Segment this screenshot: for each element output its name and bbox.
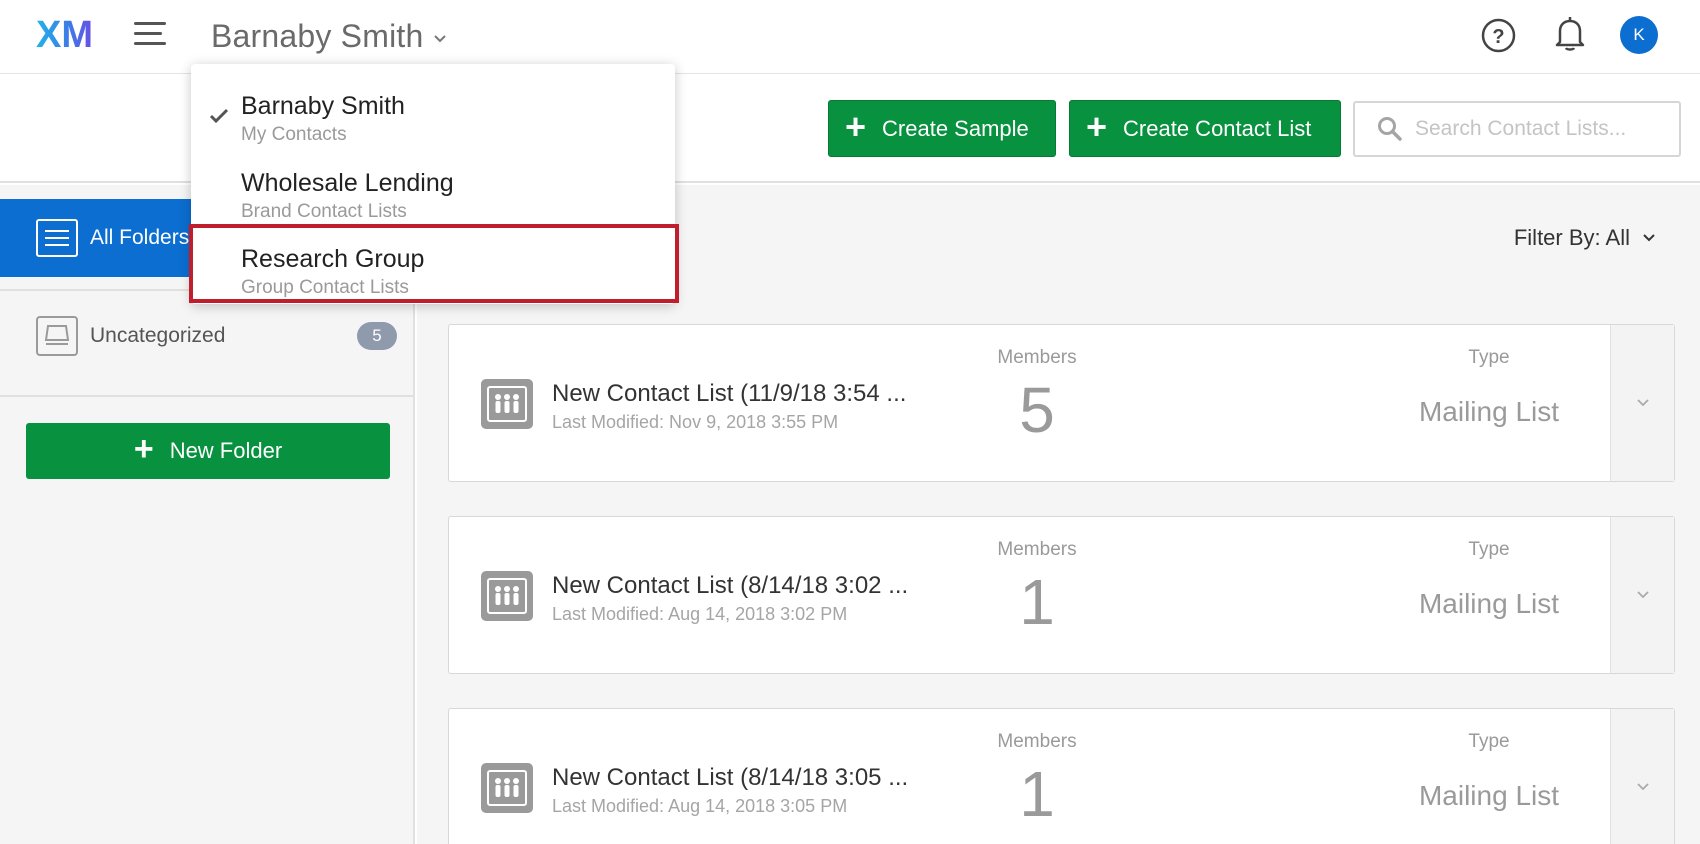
divider xyxy=(0,395,415,397)
account-name: Barnaby Smith xyxy=(211,17,424,54)
contact-list-card[interactable]: New Contact List (11/9/18 3:54 ... Last … xyxy=(448,324,1675,482)
filter-label: Filter By: All xyxy=(1513,225,1630,250)
dropdown-item-wholesale-lending[interactable]: Wholesale Lending Brand Contact Lists xyxy=(191,155,675,229)
checkmark-icon xyxy=(209,108,229,124)
members-count: 1 xyxy=(1019,566,1055,638)
list-type: Mailing List xyxy=(1418,396,1560,427)
folder-all-folders-label: All Folders xyxy=(90,226,190,249)
list-name[interactable]: New Contact List (8/14/18 3:05 ... xyxy=(552,764,908,792)
list-modified: Last Modified: Aug 14, 2018 3:02 PM xyxy=(552,604,848,624)
account-switcher[interactable]: Barnaby Smith xyxy=(211,14,447,58)
user-avatar[interactable]: K xyxy=(1620,16,1658,54)
search-box xyxy=(1353,101,1681,157)
top-bar: XM Barnaby Smith ? K xyxy=(0,0,1700,74)
expand-button[interactable] xyxy=(1610,325,1674,481)
contact-list-icon xyxy=(481,763,533,813)
expand-button[interactable] xyxy=(1610,709,1674,844)
list-icon xyxy=(36,219,78,257)
list-type: Mailing List xyxy=(1418,588,1560,619)
search-input[interactable] xyxy=(1415,117,1665,141)
logo-text: XM xyxy=(36,16,93,52)
dropdown-item-subtitle: Group Contact Lists xyxy=(241,277,409,298)
filter-dropdown[interactable]: Filter By: All xyxy=(1514,225,1656,251)
contact-list-card[interactable]: New Contact List (8/14/18 3:05 ... Last … xyxy=(448,708,1675,844)
xm-logo[interactable]: XM xyxy=(36,16,100,52)
search-icon xyxy=(1378,117,1402,141)
chevron-down-icon xyxy=(434,35,447,43)
dropdown-item-barnaby-smith[interactable]: Barnaby Smith My Contacts xyxy=(191,78,675,152)
help-icon[interactable]: ? xyxy=(1481,18,1516,53)
members-label: Members xyxy=(997,731,1077,752)
folder-uncategorized-label: Uncategorized xyxy=(90,324,226,347)
dropdown-item-subtitle: My Contacts xyxy=(241,124,347,145)
plus-icon: + xyxy=(1086,105,1108,147)
list-name[interactable]: New Contact List (8/14/18 3:02 ... xyxy=(552,572,908,600)
new-folder-label: New Folder xyxy=(169,438,283,463)
plus-icon: + xyxy=(133,430,154,468)
contact-list-card[interactable]: New Contact List (8/14/18 3:02 ... Last … xyxy=(448,516,1675,674)
create-sample-button[interactable]: + Create Sample xyxy=(828,100,1056,157)
plus-icon: + xyxy=(845,105,867,147)
list-type: Mailing List xyxy=(1418,780,1560,811)
type-label: Type xyxy=(1468,347,1510,368)
account-dropdown-menu: Barnaby Smith My Contacts Wholesale Lend… xyxy=(189,64,679,305)
type-label: Type xyxy=(1468,539,1510,560)
members-label: Members xyxy=(997,347,1077,368)
menu-icon[interactable] xyxy=(134,22,168,48)
dropdown-item-subtitle: Brand Contact Lists xyxy=(241,201,407,222)
dropdown-item-title: Barnaby Smith xyxy=(241,92,405,120)
contact-list-icon xyxy=(481,379,533,429)
svg-text:?: ? xyxy=(1492,26,1504,48)
create-sample-label: Create Sample xyxy=(882,115,1029,141)
members-label: Members xyxy=(997,539,1077,560)
chevron-down-icon xyxy=(1636,591,1649,599)
create-contact-list-button[interactable]: + Create Contact List xyxy=(1069,100,1341,157)
expand-button[interactable] xyxy=(1610,517,1674,673)
create-contact-list-label: Create Contact List xyxy=(1123,115,1312,141)
members-count: 5 xyxy=(1019,374,1055,446)
list-modified: Last Modified: Nov 9, 2018 3:55 PM xyxy=(552,412,839,432)
inbox-icon xyxy=(36,316,78,356)
list-modified: Last Modified: Aug 14, 2018 3:05 PM xyxy=(552,796,848,816)
chevron-down-icon xyxy=(1636,783,1649,791)
contact-list-icon xyxy=(481,571,533,621)
chevron-down-icon xyxy=(1636,399,1649,407)
list-name[interactable]: New Contact List (11/9/18 3:54 ... xyxy=(552,380,906,408)
dropdown-item-research-group[interactable]: Research Group Group Contact Lists xyxy=(191,231,675,305)
bell-icon[interactable] xyxy=(1554,16,1586,52)
dropdown-item-title: Wholesale Lending xyxy=(241,169,454,197)
chevron-down-icon xyxy=(1643,234,1655,242)
count-badge: 5 xyxy=(357,322,397,350)
members-count: 1 xyxy=(1019,758,1055,830)
dropdown-item-title: Research Group xyxy=(241,245,425,273)
type-label: Type xyxy=(1468,731,1510,752)
new-folder-button[interactable]: + New Folder xyxy=(26,423,390,479)
